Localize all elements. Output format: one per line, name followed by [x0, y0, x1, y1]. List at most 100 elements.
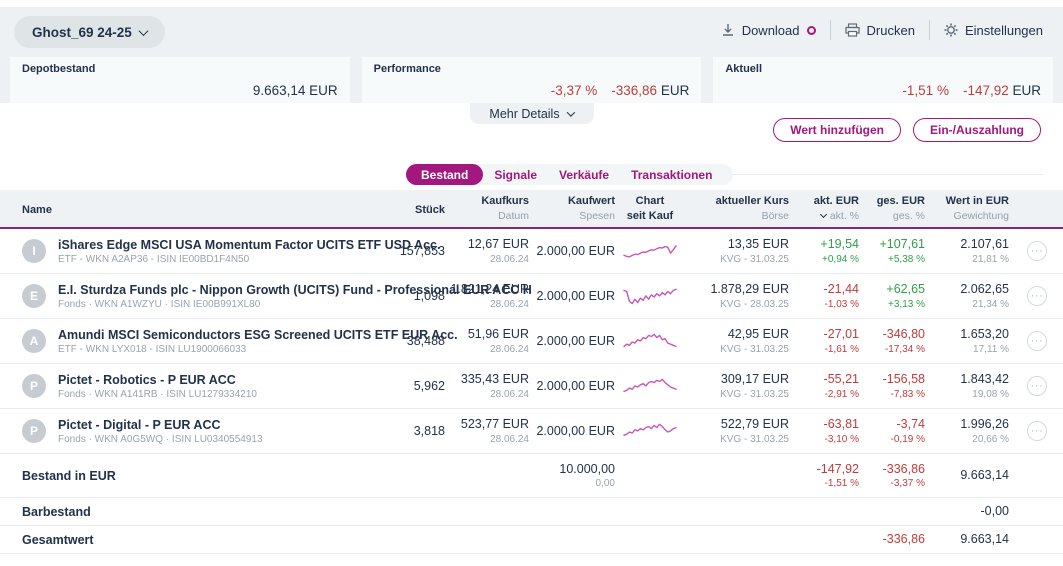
asset-title[interactable]: Pictet - Robotics - P EUR ACC — [58, 373, 236, 387]
toolbar-divider — [830, 20, 831, 40]
asset-subtitle: Fonds · WKN A1WZYU · ISIN IE00B991XL80 — [58, 299, 371, 310]
akt-cell: -63,81-3,10 % — [789, 416, 859, 445]
asset-name-cell[interactable]: E E.I. Sturdza Funds plc - Nippon Growth… — [22, 282, 381, 310]
toolbar: Download Drucken Einstell — [721, 20, 1043, 40]
download-button[interactable]: Download — [721, 23, 816, 38]
ellipsis-icon: ··· — [1031, 335, 1044, 347]
summary-value: 9.663,14 EUR — [22, 83, 338, 98]
kaufwert-cell: 2.000,00 EUR — [529, 423, 615, 439]
ges-cell: -3,74-0,19 % — [859, 416, 925, 445]
action-buttons: Wert hinzufügen Ein-/Auszahlung — [773, 118, 1041, 142]
table-row: P Pictet - Robotics - P EUR ACC Fonds · W… — [0, 364, 1063, 409]
asset-subtitle: Fonds · WKN A141RB · ISIN LU1279334210 — [58, 389, 257, 400]
kurs-cell: 522,79 EURKVG - 31.03.25 — [685, 416, 789, 445]
wert-cell: 2.107,6121,81 % — [925, 236, 1009, 265]
mehr-details-button[interactable]: Mehr Details — [469, 103, 593, 124]
performance-amount: -336,86 — [611, 83, 657, 98]
sparkline-chart[interactable] — [615, 328, 685, 354]
kaufkurs-cell: 51,96 EUR28.06.24 — [445, 326, 529, 355]
printer-icon — [845, 23, 860, 37]
totals-label: Barbestand — [22, 505, 381, 519]
print-button[interactable]: Drucken — [845, 23, 915, 38]
column-header-ges[interactable]: ges. EURges. % — [859, 194, 925, 223]
download-icon — [721, 23, 735, 37]
asset-subtitle: ETF - WKN A2AP36 - ISIN IE00BD1F4N50 — [58, 254, 371, 265]
tab-transaktionen[interactable]: Transaktionen — [620, 164, 723, 185]
mehr-details-label: Mehr Details — [489, 107, 559, 121]
asset-letter-icon: P — [22, 419, 46, 443]
asset-subtitle: Fonds · WKN A0G5WQ · ISIN LU0340554913 — [58, 434, 263, 445]
stueck-cell: 38,488 — [381, 333, 445, 349]
kurs-cell: 42,95 EURKVG - 31.03.25 — [685, 326, 789, 355]
gear-icon — [944, 23, 958, 37]
asset-letter-icon: I — [22, 239, 46, 263]
asset-name-cell[interactable]: I iShares Edge MSCI USA Momentum Factor … — [22, 237, 381, 265]
wert-cell: 1.843,4219,08 % — [925, 371, 1009, 400]
add-value-button[interactable]: Wert hinzufügen — [773, 118, 901, 142]
akt-cell: -21,44-1,03 % — [789, 281, 859, 310]
wert-cell: 2.062,6521,34 % — [925, 281, 1009, 310]
column-header-kaufkurs[interactable]: KaufkursDatum — [445, 194, 529, 223]
sparkline-chart[interactable] — [615, 373, 685, 399]
asset-name-cell[interactable]: P Pictet - Robotics - P EUR ACC Fonds · W… — [22, 372, 381, 400]
summary-value: -1,51 %-147,92 EUR — [725, 83, 1041, 98]
column-header-wert[interactable]: Wert in EURGewichtung — [925, 194, 1009, 223]
asset-name-cell[interactable]: P Pictet - Digital - P EUR ACC Fonds · WK… — [22, 417, 381, 445]
kaufwert-cell: 2.000,00 EUR — [529, 243, 615, 259]
stueck-cell: 157,853 — [381, 243, 445, 259]
column-header-chart[interactable]: Chartseit Kauf — [615, 194, 685, 224]
column-header-name[interactable]: Name — [22, 200, 381, 218]
summary-label: Performance — [374, 63, 690, 75]
table-row: A Amundi MSCI Semiconductors ESG Screene… — [0, 319, 1063, 364]
barbestand-value-cell: -0,00 — [925, 503, 1009, 519]
summary-card-depotbestand: Depotbestand 9.663,14 EUR — [10, 57, 350, 103]
sparkline-chart[interactable] — [615, 283, 685, 309]
stueck-cell: 3,818 — [381, 423, 445, 439]
ellipsis-icon: ··· — [1031, 380, 1044, 392]
performance-percent: -3,37 % — [551, 83, 598, 98]
table-row: P Pictet - Digital - P EUR ACC Fonds · WK… — [0, 409, 1063, 454]
akt-cell: +19,54+0,94 % — [789, 236, 859, 265]
deposit-withdraw-button[interactable]: Ein-/Auszahlung — [913, 118, 1041, 142]
performance-unit: EUR — [657, 83, 689, 98]
asset-title[interactable]: Pictet - Digital - P EUR ACC — [58, 418, 221, 432]
column-header-stueck[interactable]: Stück — [381, 200, 445, 218]
kaufkurs-cell: 12,67 EUR28.06.24 — [445, 236, 529, 265]
header-band: Ghost_69 24-25 Download Drucken — [0, 7, 1063, 103]
totals-row-barbestand: Barbestand -0,00 — [0, 498, 1063, 526]
ellipsis-icon: ··· — [1031, 245, 1044, 257]
aktuell-amount: -147,92 — [963, 83, 1009, 98]
kaufwert-cell: 2.000,00 EUR — [529, 378, 615, 394]
settings-button[interactable]: Einstellungen — [944, 23, 1043, 38]
column-header-kurs[interactable]: aktueller KursBörse — [685, 194, 789, 223]
akt-cell: -55,21-2,91 % — [789, 371, 859, 400]
summary-card-aktuell: Aktuell -1,51 %-147,92 EUR — [713, 57, 1053, 103]
asset-letter-icon: P — [22, 374, 46, 398]
download-plus-badge-icon — [807, 26, 816, 35]
kurs-cell: 309,17 EURKVG - 31.03.25 — [685, 371, 789, 400]
tab-verkaeufe[interactable]: Verkäufe — [548, 164, 620, 185]
row-menu-button[interactable]: ··· — [1027, 376, 1047, 396]
summary-label: Aktuell — [725, 63, 1041, 75]
sparkline-chart[interactable] — [615, 418, 685, 444]
depotbestand-value: 9.663,14 EUR — [253, 83, 338, 98]
ellipsis-icon: ··· — [1031, 290, 1044, 302]
ges-cell: -156,58-7,83 % — [859, 371, 925, 400]
kaufkurs-cell: 1.821,24 EUR28.06.24 — [445, 281, 529, 310]
tab-bestand[interactable]: Bestand — [406, 164, 483, 185]
portfolio-selector-button[interactable]: Ghost_69 24-25 — [14, 16, 165, 48]
column-header-akt[interactable]: akt. EURakt. % — [789, 194, 859, 223]
tab-signale[interactable]: Signale — [483, 164, 548, 185]
sort-descending-icon — [820, 211, 827, 218]
sparkline-chart[interactable] — [615, 238, 685, 264]
wert-cell: 1.653,2017,11 % — [925, 326, 1009, 355]
summary-value: -3,37 % -336,86 EUR — [374, 83, 690, 98]
column-header-kaufwert[interactable]: KaufwertSpesen — [529, 194, 615, 223]
row-menu-button[interactable]: ··· — [1027, 331, 1047, 351]
row-menu-button[interactable]: ··· — [1027, 286, 1047, 306]
aktuell-unit: EUR — [1009, 83, 1041, 98]
kaufkurs-cell: 335,43 EUR28.06.24 — [445, 371, 529, 400]
asset-name-cell[interactable]: A Amundi MSCI Semiconductors ESG Screene… — [22, 327, 381, 355]
row-menu-button[interactable]: ··· — [1027, 421, 1047, 441]
row-menu-button[interactable]: ··· — [1027, 241, 1047, 261]
